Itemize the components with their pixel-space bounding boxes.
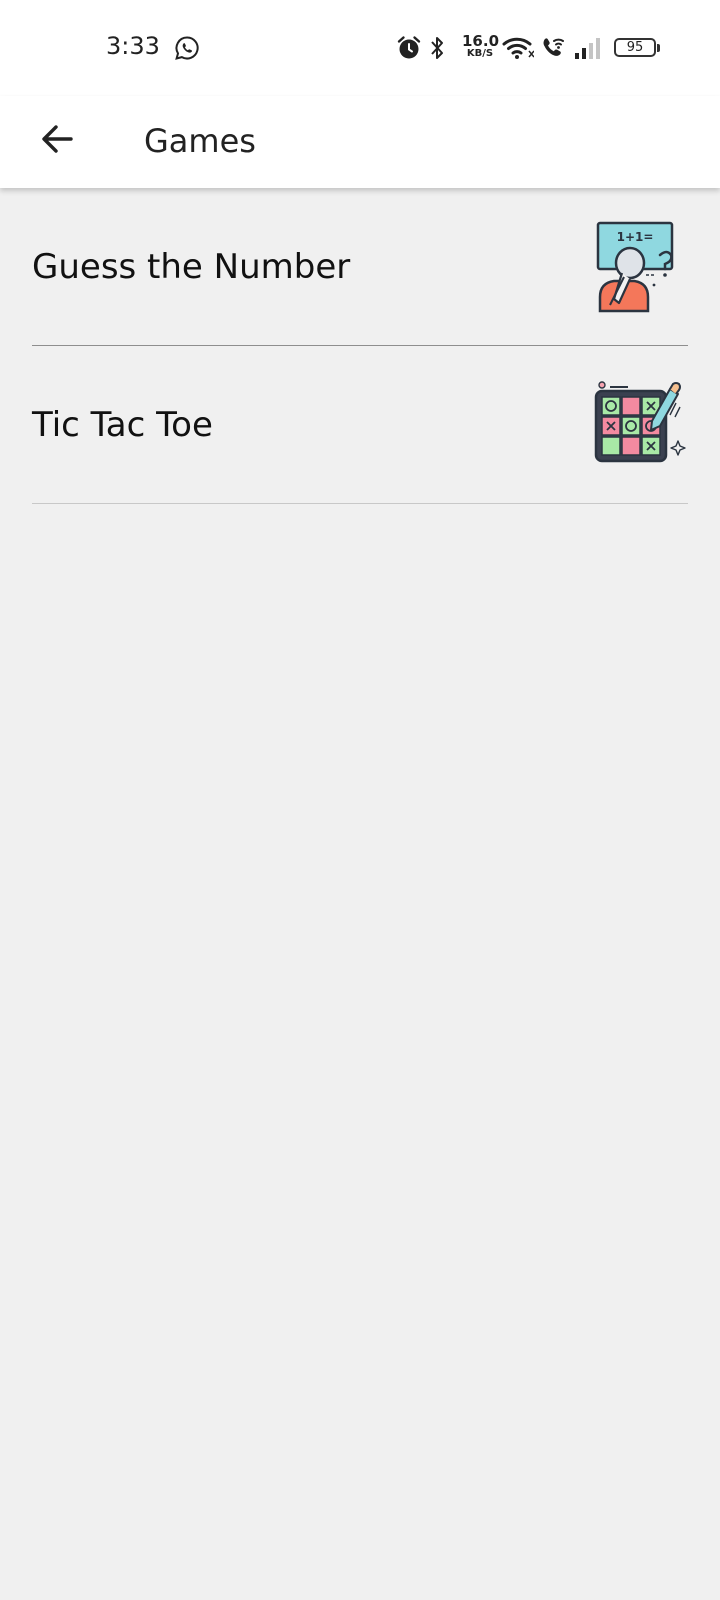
status-time: 3:33 (106, 32, 160, 60)
back-button[interactable] (30, 112, 84, 166)
wifi-icon (502, 37, 534, 59)
signal-icon (575, 38, 600, 59)
whatsapp-icon (175, 36, 199, 60)
network-speed-unit: KB/S (466, 48, 494, 59)
page-title: Games (144, 122, 256, 160)
list-item-tic-tac-toe[interactable]: Tic Tac Toe (32, 346, 688, 504)
alarm-icon (397, 36, 421, 59)
list-item-label: Guess the Number (32, 246, 351, 287)
battery-tip (657, 44, 660, 52)
app-bar: Games (0, 96, 720, 188)
list-item-label: Tic Tac Toe (32, 404, 213, 445)
status-bar: 3:33 16.0 KB/S 95 (0, 0, 720, 96)
network-speed: 16.0 KB/S (462, 32, 500, 59)
bluetooth-icon (431, 37, 443, 59)
arrow-left-icon (42, 125, 73, 153)
board-text: 1+1= (617, 230, 654, 244)
battery-icon: 95 (614, 38, 656, 57)
games-list: Guess the Number 1+1= Tic Tac Toe (0, 188, 720, 504)
network-speed-value: 16.0 (462, 32, 500, 50)
guess-number-icon: 1+1= (596, 221, 674, 312)
list-item-guess-the-number[interactable]: Guess the Number 1+1= (32, 188, 688, 346)
wifi-calling-icon (543, 38, 564, 56)
tic-tac-toe-icon (594, 380, 686, 462)
battery-level: 95 (626, 40, 644, 55)
